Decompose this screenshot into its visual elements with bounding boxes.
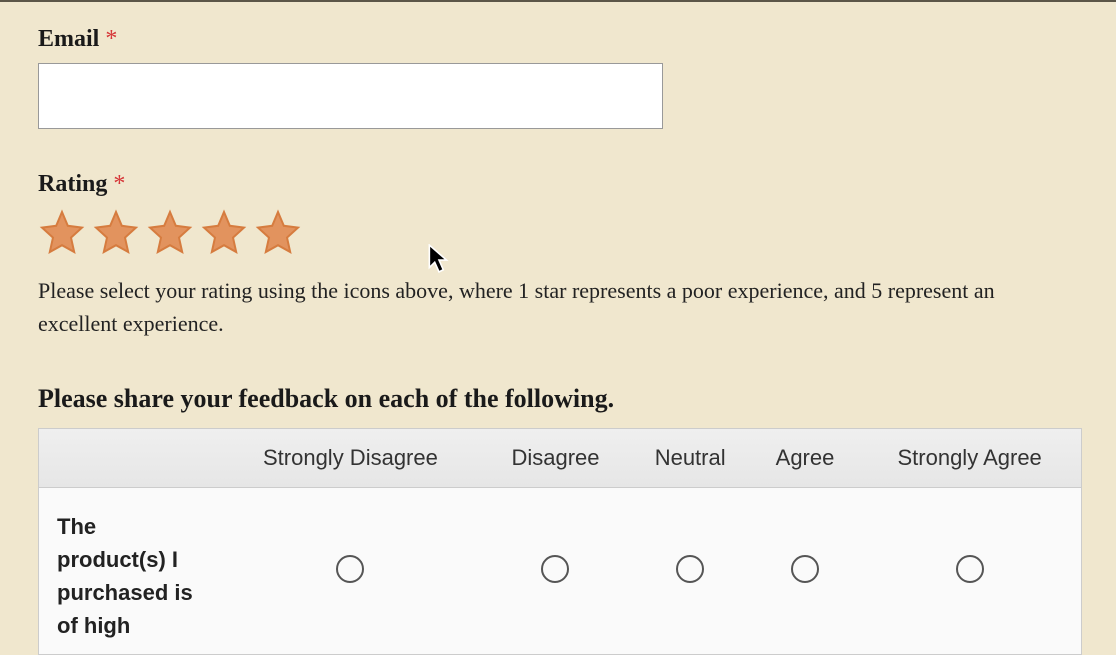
rating-label-text: Rating: [38, 171, 107, 197]
rating-stars: [38, 208, 1078, 256]
likert-col-strongly-disagree: Strongly Disagree: [219, 429, 483, 488]
radio-button[interactable]: [956, 555, 984, 583]
likert-row-label: The product(s) I purchased is of high: [39, 488, 219, 655]
star-icon[interactable]: [254, 208, 302, 256]
radio-button[interactable]: [541, 555, 569, 583]
star-icon[interactable]: [146, 208, 194, 256]
likert-row: The product(s) I purchased is of high: [39, 488, 1082, 655]
likert-col-strongly-agree: Strongly Agree: [858, 429, 1081, 488]
required-asterisk: *: [105, 26, 117, 52]
radio-button[interactable]: [791, 555, 819, 583]
likert-cell: [752, 488, 859, 655]
likert-cell: [482, 488, 628, 655]
rating-label: Rating *: [38, 171, 1078, 198]
likert-table: Strongly Disagree Disagree Neutral Agree…: [38, 428, 1082, 655]
likert-col-neutral: Neutral: [629, 429, 752, 488]
survey-form: Email * Rating * Please select your rati…: [0, 2, 1116, 655]
radio-button[interactable]: [336, 555, 364, 583]
rating-description: Please select your rating using the icon…: [38, 274, 1058, 340]
email-input[interactable]: [38, 63, 663, 129]
email-label: Email *: [38, 26, 1078, 53]
star-icon[interactable]: [200, 208, 248, 256]
likert-cell: [219, 488, 483, 655]
required-asterisk: *: [113, 171, 125, 197]
likert-header-empty: [39, 429, 219, 488]
email-label-text: Email: [38, 26, 99, 52]
feedback-heading: Please share your feedback on each of th…: [38, 384, 1078, 414]
likert-cell: [858, 488, 1081, 655]
likert-cell: [629, 488, 752, 655]
radio-button[interactable]: [676, 555, 704, 583]
likert-col-agree: Agree: [752, 429, 859, 488]
star-icon[interactable]: [92, 208, 140, 256]
star-icon[interactable]: [38, 208, 86, 256]
likert-header-row: Strongly Disagree Disagree Neutral Agree…: [39, 429, 1082, 488]
likert-col-disagree: Disagree: [482, 429, 628, 488]
